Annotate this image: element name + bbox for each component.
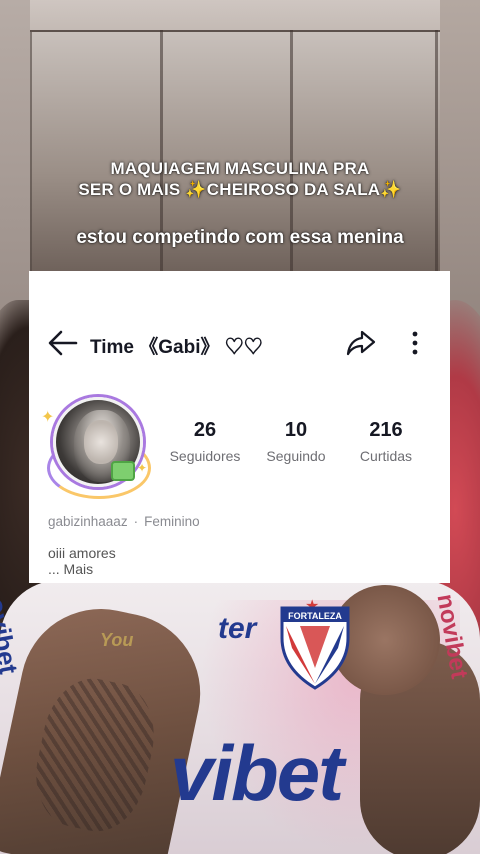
- camera-sticker-icon: [111, 461, 135, 481]
- more-vertical-icon[interactable]: [406, 328, 424, 358]
- stat-label: Curtidas: [359, 448, 413, 464]
- stat-label: Seguidores: [169, 448, 241, 464]
- bio-more-link[interactable]: ... Mais: [48, 561, 116, 577]
- club-crest: FORTALEZA: [280, 606, 350, 690]
- avatar-face: [84, 420, 118, 464]
- caption-title-line-1: MAQUIAGEM MASCULINA PRA: [110, 159, 370, 178]
- profile-header: Time 《Gabi》 ♡♡: [29, 325, 450, 361]
- stat-value: 26: [193, 419, 217, 441]
- stat-value: 216: [369, 419, 403, 441]
- profile-name: Time 《Gabi》 ♡♡: [90, 337, 263, 358]
- stat-label: Seguindo: [266, 448, 326, 464]
- video-caption-subtitle: estou competindo com essa menina: [76, 227, 404, 248]
- stat-following[interactable]: 10 Seguindo: [254, 419, 338, 464]
- sparkle-icon: ✦: [41, 409, 55, 426]
- stat-followers[interactable]: 26 Seguidores: [163, 419, 247, 464]
- caption-title-line-2: SER O MAIS ✨CHEIROSO DA SALA✨: [78, 180, 402, 199]
- share-arrow-icon[interactable]: [346, 328, 376, 358]
- shirt-small-logo: You: [100, 630, 134, 650]
- gender: Feminino: [144, 514, 200, 529]
- profile-avatar[interactable]: ✦ ✦: [41, 397, 151, 499]
- video-caption-title: MAQUIAGEM MASCULINA PRA SER O MAIS ✨CHEI…: [0, 158, 480, 200]
- profile-bio: oiii amores ... Mais: [48, 545, 116, 577]
- stat-value: 10: [284, 419, 308, 441]
- shirt-sponsor-main: vibet: [170, 729, 344, 817]
- profile-card: Time 《Gabi》 ♡♡ ✦ ✦ 26 Seguidores 10 Segu…: [29, 271, 450, 583]
- username: gabizinhaaaz: [48, 514, 128, 529]
- bio-text: oiii amores: [48, 545, 116, 561]
- arrow-left-icon[interactable]: [47, 329, 79, 357]
- sparkle-icon: ✦: [137, 461, 148, 475]
- shirt-sponsor-top: ter: [218, 612, 257, 645]
- stat-likes[interactable]: 216 Curtidas: [344, 419, 428, 464]
- crest-text: FORTALEZA: [288, 611, 342, 621]
- meta-separator: ·: [133, 514, 139, 529]
- profile-meta: gabizinhaaaz · Feminino: [48, 514, 200, 529]
